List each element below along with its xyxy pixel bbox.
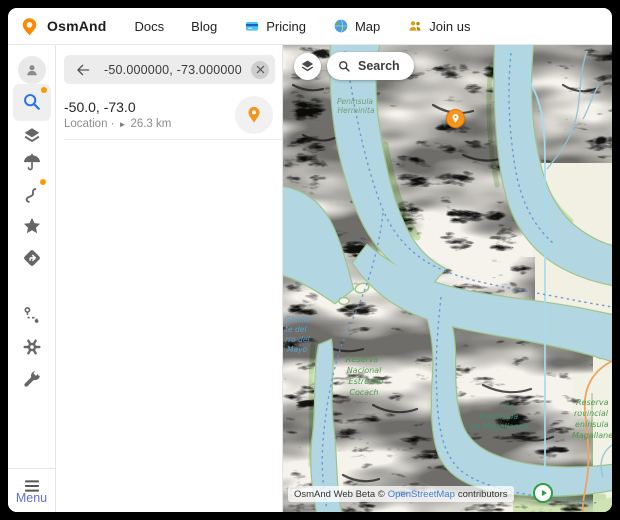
svg-text:Reserva: Reserva bbox=[576, 398, 609, 407]
umbrella-icon bbox=[21, 152, 43, 174]
join-us-icon bbox=[407, 18, 423, 34]
pricing-card-icon bbox=[244, 18, 260, 34]
svg-text:Glaciar: Glaciar bbox=[285, 315, 312, 324]
screenshot-frame: OsmAnd Docs Blog Pricing bbox=[0, 0, 620, 520]
wrench-icon bbox=[21, 369, 43, 391]
nav-item-map[interactable]: Map bbox=[333, 18, 380, 34]
sidebar-item-settings[interactable] bbox=[13, 330, 51, 364]
menu-label[interactable]: Menu bbox=[8, 491, 55, 505]
svg-text:rovincial: rovincial bbox=[574, 409, 609, 418]
result-divider bbox=[64, 139, 283, 140]
content: Menu -50.000000, -73.000000 -50.0, -73.0 bbox=[8, 45, 612, 512]
map-search-label: Search bbox=[358, 59, 400, 73]
play-icon bbox=[539, 488, 549, 498]
svg-text:Estrecho: Estrecho bbox=[349, 377, 384, 386]
brand[interactable]: OsmAnd bbox=[20, 17, 107, 36]
direction-triangle-icon: ► bbox=[119, 120, 127, 129]
sidebar-item-navigation[interactable] bbox=[13, 241, 51, 275]
layers-icon bbox=[21, 125, 43, 147]
svg-text:Reserva: Reserva bbox=[346, 355, 379, 364]
map-search-button[interactable]: Search bbox=[327, 52, 414, 80]
sidebar-item-weather[interactable] bbox=[13, 146, 51, 180]
nav-item-join-us[interactable]: Join us bbox=[407, 18, 470, 34]
globe-icon bbox=[333, 18, 349, 34]
result-distance: 26.3 km bbox=[130, 118, 171, 130]
sidebar-item-account[interactable] bbox=[13, 53, 51, 87]
svg-text:Mayo: Mayo bbox=[287, 345, 308, 354]
back-arrow-icon[interactable] bbox=[74, 61, 92, 79]
attribution-suffix: contributors bbox=[458, 489, 508, 500]
result-texts: -50.0, -73.0 Location · ► 26.3 km bbox=[64, 99, 235, 130]
search-box: -50.000000, -73.000000 bbox=[64, 55, 275, 84]
brand-name: OsmAnd bbox=[47, 18, 107, 34]
map-layers-icon bbox=[299, 58, 316, 75]
openstreetmap-link[interactable]: OpenStreetMap bbox=[388, 489, 455, 500]
svg-text:de Magallanes: de Magallanes bbox=[470, 422, 528, 431]
clear-search-button[interactable] bbox=[251, 61, 269, 79]
search-result-item[interactable]: -50.0, -73.0 Location · ► 26.3 km bbox=[56, 91, 283, 138]
map-layers-button[interactable] bbox=[294, 53, 321, 80]
star-icon bbox=[21, 215, 43, 237]
osmand-logo-icon bbox=[20, 17, 39, 36]
account-icon bbox=[23, 61, 41, 79]
avatar bbox=[18, 56, 46, 84]
svg-text:Herminita: Herminita bbox=[337, 106, 375, 115]
sidebar-item-tracks[interactable] bbox=[13, 178, 51, 212]
sidebar-item-utilities[interactable] bbox=[13, 363, 51, 397]
close-icon bbox=[255, 64, 266, 75]
result-subtitle: Location · ► 26.3 km bbox=[64, 118, 235, 130]
attribution-prefix: OsmAnd Web Beta © bbox=[294, 489, 385, 500]
gear-icon bbox=[21, 336, 43, 358]
svg-text:rro del: rro del bbox=[285, 335, 311, 344]
svg-text:Nacional: Nacional bbox=[347, 366, 382, 375]
sidebar-item-favorites[interactable] bbox=[13, 209, 51, 243]
nav-items: Docs Blog Pricing Map bbox=[135, 18, 471, 34]
map-canvas[interactable]: PenínsulaHerminitaGlaciarte delrro delMa… bbox=[283, 45, 612, 512]
svg-text:Cocach: Cocach bbox=[349, 388, 378, 397]
result-title: -50.0, -73.0 bbox=[64, 99, 235, 115]
result-category: Location · bbox=[64, 118, 115, 130]
nav-item-pricing[interactable]: Pricing bbox=[244, 18, 306, 34]
nav-item-blog[interactable]: Blog bbox=[191, 19, 217, 34]
search-icon bbox=[21, 91, 43, 113]
navbar: OsmAnd Docs Blog Pricing bbox=[8, 8, 612, 45]
tracks-icon bbox=[21, 184, 43, 206]
navigation-icon bbox=[21, 247, 43, 269]
marker-pin-icon bbox=[450, 113, 461, 124]
svg-text:Península: Península bbox=[337, 97, 373, 106]
result-pin-button[interactable] bbox=[235, 96, 273, 134]
map-search-icon bbox=[337, 59, 352, 74]
nav-item-docs[interactable]: Docs bbox=[135, 19, 165, 34]
sidebar-item-plan-route[interactable] bbox=[13, 298, 51, 332]
search-input[interactable]: -50.000000, -73.000000 bbox=[104, 63, 251, 77]
plan-route-icon bbox=[21, 304, 43, 326]
location-pin-icon bbox=[244, 105, 264, 125]
sidebar-item-search[interactable] bbox=[13, 85, 51, 119]
search-badge bbox=[41, 87, 47, 93]
search-panel: -50.000000, -73.000000 -50.0, -73.0 Loca… bbox=[56, 45, 283, 512]
map-marker[interactable] bbox=[446, 109, 465, 128]
play-button[interactable] bbox=[533, 483, 553, 503]
svg-text:ue: ue bbox=[504, 402, 514, 411]
sidebar: Menu bbox=[8, 45, 56, 512]
attribution: OsmAnd Web Beta © OpenStreetMap contribu… bbox=[288, 486, 514, 502]
svg-text:enínsula: enínsula bbox=[575, 420, 609, 429]
svg-text:Magallanes: Magallanes bbox=[572, 431, 612, 440]
svg-text:te del: te del bbox=[285, 325, 307, 334]
tracks-badge bbox=[40, 179, 46, 185]
svg-text:Península: Península bbox=[480, 412, 519, 421]
osmand-window: OsmAnd Docs Blog Pricing bbox=[8, 8, 612, 512]
